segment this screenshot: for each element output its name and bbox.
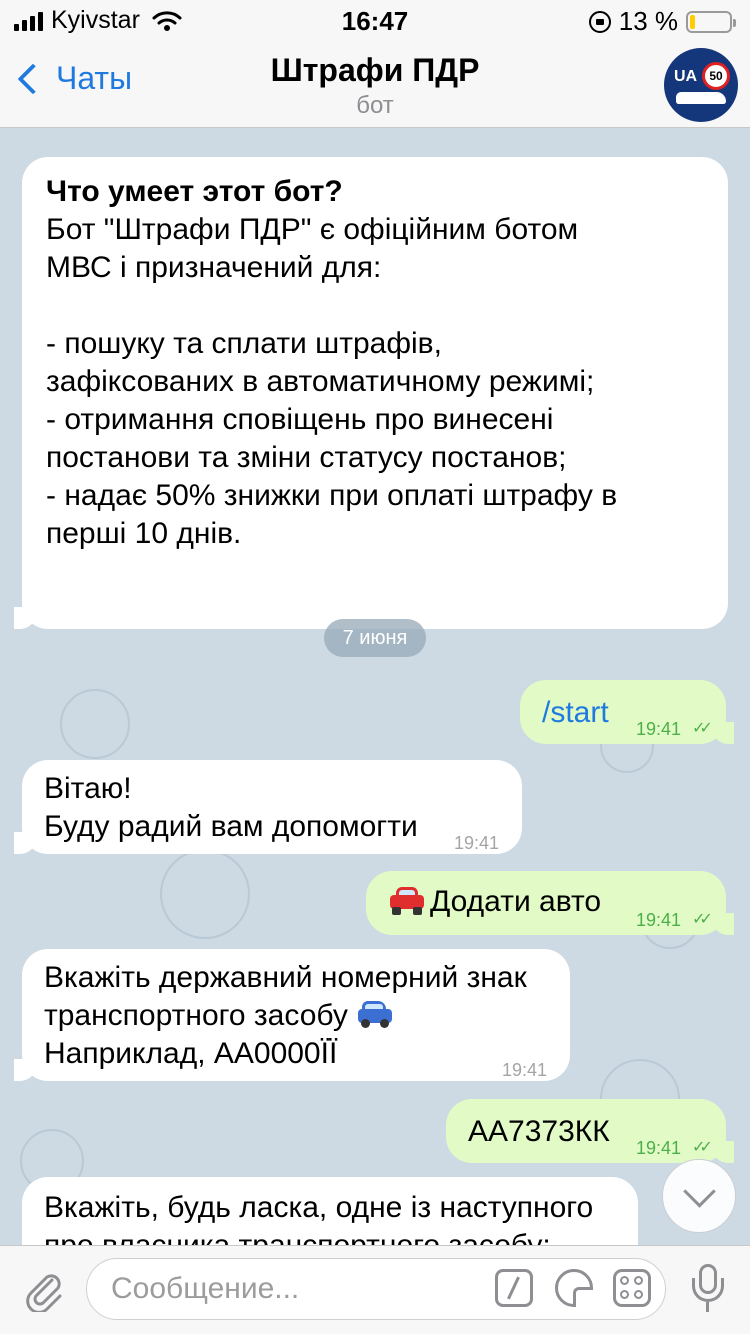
date-separator: 7 июня <box>324 619 426 657</box>
message-text: АА7373КК <box>468 1115 610 1148</box>
status-bar: Kyivstar 16:47 13 % <box>0 0 750 40</box>
bot-avatar[interactable]: UA 50 <box>664 48 738 122</box>
double-check-icon: ✓✓ <box>692 911 713 928</box>
status-right: 13 % <box>588 6 736 37</box>
red-car-icon <box>388 885 426 915</box>
bot-commands-icon[interactable] <box>495 1269 533 1307</box>
message-content: Вкажіть державний номерний знак транспор… <box>44 959 527 1073</box>
intro-body: Бот "Штрафи ПДР" є офіційним ботом МВС і… <box>46 213 618 550</box>
message-text: Вкажіть, будь ласка, одне із наступного … <box>44 1191 594 1245</box>
message-line-text: транспортного засобу <box>44 999 348 1032</box>
chat-subtitle: бот <box>356 92 394 119</box>
battery-percent: 13 % <box>618 6 678 36</box>
speed-sign-icon: 50 <box>702 62 730 90</box>
bot-keyboard-icon[interactable] <box>613 1269 651 1307</box>
message-text[interactable]: /start <box>542 694 609 732</box>
chat-header: Чаты Штрафи ПДР бот UA 50 <box>0 40 750 128</box>
microphone-arc <box>692 1278 724 1302</box>
message-content: Додати авто <box>388 883 601 921</box>
message-time: 19:41 <box>502 1060 548 1080</box>
sticker-icon[interactable] <box>555 1269 593 1307</box>
scroll-to-bottom-button[interactable] <box>662 1159 736 1233</box>
microphone-stem <box>706 1302 709 1312</box>
message-incoming[interactable]: Вкажіть, будь ласка, одне із наступного … <box>22 1177 638 1245</box>
message-outgoing[interactable]: АА7373КК 19:41 ✓✓ <box>446 1099 734 1163</box>
message-outgoing[interactable]: /start 19:41 ✓✓ <box>520 680 734 744</box>
microphone-icon[interactable] <box>690 1264 726 1316</box>
message-line: Наприклад, АА0000ЇЇ <box>44 1037 338 1070</box>
message-text: Вітаю! Буду радий вам допомогти <box>44 772 418 843</box>
message-line: Вкажіть державний номерний знак <box>44 961 527 994</box>
message-text: Додати авто <box>430 885 602 918</box>
chat-area[interactable]: Что умеет этот бот? Бот "Штрафи ПДР" є о… <box>0 129 750 1245</box>
background-doodle <box>60 689 130 759</box>
bot-intro-message: Что умеет этот бот? Бот "Штрафи ПДР" є о… <box>14 157 728 629</box>
battery-icon <box>686 10 736 33</box>
message-input[interactable]: Сообщение... <box>86 1258 666 1320</box>
paperclip-icon[interactable] <box>22 1268 66 1312</box>
avatar-badge-text: UA <box>674 68 698 85</box>
rotation-lock-icon <box>588 10 611 33</box>
message-time: 19:41 <box>636 910 682 930</box>
message-time: 19:41 <box>636 1138 682 1158</box>
message-time: 19:41 <box>636 719 682 739</box>
blue-car-icon <box>356 999 394 1029</box>
message-line: транспортного засобу <box>44 997 527 1035</box>
input-bar: Сообщение... <box>0 1245 750 1334</box>
car-icon <box>676 92 726 104</box>
intro-title: Что умеет этот бот? <box>46 175 343 208</box>
background-doodle <box>160 849 250 939</box>
double-check-icon: ✓✓ <box>692 720 713 737</box>
message-time: 19:41 <box>454 833 500 853</box>
message-outgoing[interactable]: Додати авто 19:41 ✓✓ <box>366 871 734 935</box>
message-incoming[interactable]: Вітаю! Буду радий вам допомогти 19:41 <box>14 760 522 854</box>
message-incoming[interactable]: Вкажіть державний номерний знак транспор… <box>14 949 570 1081</box>
chat-title[interactable]: Штрафи ПДР <box>0 52 750 89</box>
message-input-placeholder: Сообщение... <box>111 1272 300 1305</box>
battery-level <box>690 14 695 29</box>
